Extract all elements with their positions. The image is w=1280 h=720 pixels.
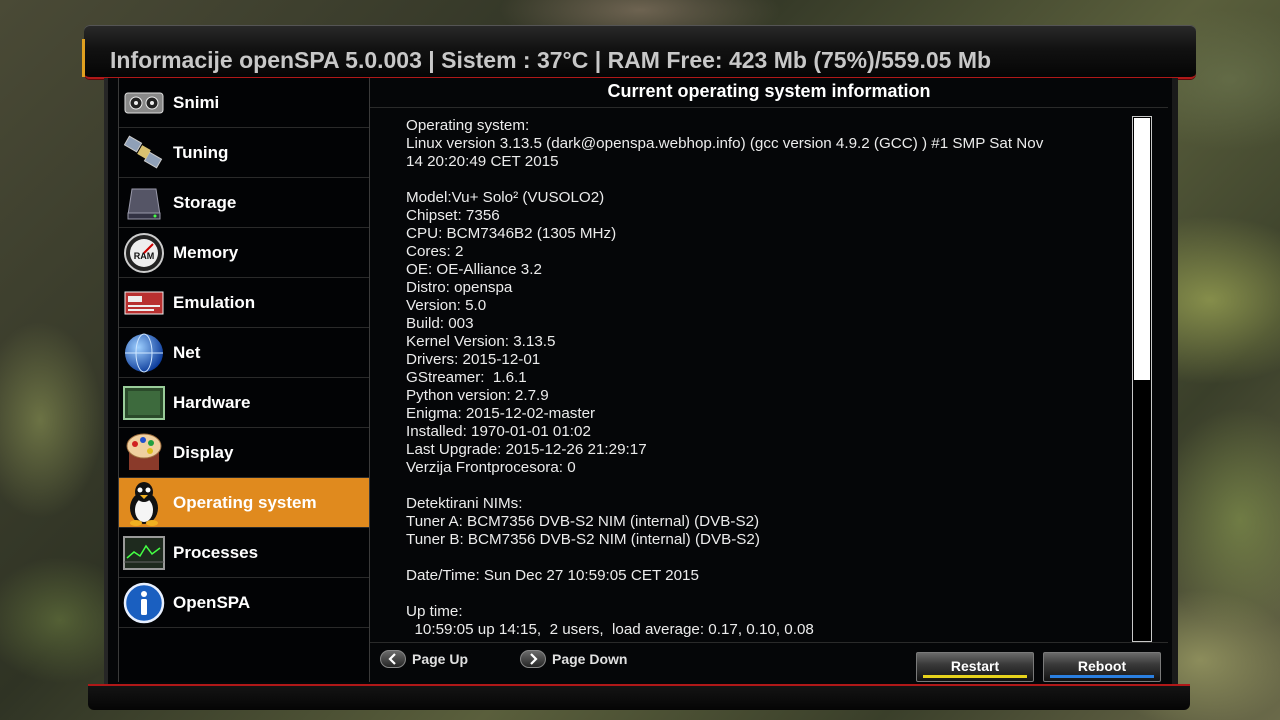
- info-line: [406, 477, 1126, 495]
- info-line: Up time:: [406, 603, 463, 620]
- info-line: 14 20:20:49 CET 2015: [406, 153, 559, 170]
- sidebar-item-processes[interactable]: Processes: [119, 528, 369, 578]
- chevron-right-icon: [520, 650, 546, 668]
- sidebar-item-label: Snimi: [173, 92, 220, 112]
- restart-label: Restart: [950, 658, 1000, 674]
- info-line: Chipset: 7356: [406, 207, 500, 224]
- info-line: Drivers: 2015-12-01: [406, 351, 541, 368]
- globe-icon: [122, 332, 166, 374]
- page-down-label: Page Down: [552, 651, 628, 667]
- info-icon: [122, 582, 166, 624]
- circuit-board-icon: [122, 382, 166, 424]
- info-line: Python version: 2.7.9: [406, 387, 549, 404]
- restart-button[interactable]: Restart: [916, 652, 1034, 682]
- paint-palette-icon: [122, 432, 166, 474]
- card-reader-icon: [122, 282, 166, 324]
- sidebar-item-display[interactable]: Display: [119, 428, 369, 478]
- info-line: Tuner A: BCM7356 DVB-S2 NIM (internal) (…: [406, 513, 760, 530]
- info-line: Version: 5.0: [406, 297, 487, 314]
- reboot-label: Reboot: [1077, 658, 1127, 674]
- info-line: Last Upgrade: 2015-12-26 21:29:17: [406, 441, 647, 458]
- info-line: Linux version 3.13.5 (dark@openspa.webho…: [406, 135, 1044, 152]
- sidebar-item-label: Processes: [173, 542, 259, 562]
- sidebar-item-memory[interactable]: RAM Memory: [119, 228, 369, 278]
- info-line: [406, 585, 1126, 603]
- system-info-text: Operating system: Linux version 3.13.5 (d…: [406, 117, 1126, 639]
- info-line: 10:59:05 up 14:15, 2 users, load average…: [406, 621, 814, 638]
- info-scroll-area[interactable]: Operating system: Linux version 3.13.5 (d…: [370, 114, 1168, 642]
- sidebar-item-hardware[interactable]: Hardware: [119, 378, 369, 428]
- reboot-button[interactable]: Reboot: [1043, 652, 1161, 682]
- info-line: Verzija Frontprocesora: 0: [406, 459, 576, 476]
- info-line: Installed: 1970-01-01 01:02: [406, 423, 591, 440]
- info-line: Operating system:: [406, 117, 530, 134]
- sidebar-item-openspa[interactable]: OpenSPA: [119, 578, 369, 628]
- monitor-graph-icon: [122, 532, 166, 574]
- sidebar-item-emulation[interactable]: Emulation: [119, 278, 369, 328]
- recorder-icon: [122, 82, 166, 124]
- sidebar-item-label: Operating system: [173, 492, 317, 512]
- info-line: Enigma: 2015-12-02-master: [406, 405, 596, 422]
- info-line: [406, 549, 1126, 567]
- info-line: Cores: 2: [406, 243, 464, 260]
- title-bar: Informacije openSPA 5.0.003 | Sistem : 3…: [82, 25, 1196, 79]
- sidebar-item-label: OpenSPA: [173, 592, 251, 612]
- scrollbar[interactable]: [1132, 116, 1152, 642]
- sidebar-menu: Snimi Tuning Storage RAM Memory Emulation Net H…: [118, 78, 370, 682]
- sidebar-item-storage[interactable]: Storage: [119, 178, 369, 228]
- sidebar-item-label: Storage: [173, 192, 237, 212]
- info-line: Model:Vu+ Solo² (VUSOLO2): [406, 189, 605, 206]
- ram-gauge-icon: RAM: [122, 232, 166, 274]
- info-line: Build: 003: [406, 315, 474, 332]
- info-line: Tuner B: BCM7356 DVB-S2 NIM (internal) (…: [406, 531, 760, 548]
- sidebar-item-snimi[interactable]: Snimi: [119, 78, 369, 128]
- sidebar-item-label: Emulation: [173, 292, 256, 312]
- page-up-hint[interactable]: Page Up: [380, 650, 468, 668]
- info-line: Kernel Version: 3.13.5: [406, 333, 556, 350]
- page-down-hint[interactable]: Page Down: [520, 650, 627, 668]
- sidebar-item-label: Tuning: [173, 142, 229, 162]
- info-line: Distro: openspa: [406, 279, 513, 296]
- info-line: Date/Time: Sun Dec 27 10:59:05 CET 2015: [406, 567, 699, 584]
- hard-drive-icon: [122, 182, 166, 224]
- sidebar-item-label: Display: [173, 442, 234, 462]
- sidebar-item-operating-system[interactable]: Operating system: [119, 478, 369, 528]
- main-panel: Snimi Tuning Storage RAM Memory Emulation Net H…: [104, 78, 1178, 684]
- window-title: Informacije openSPA 5.0.003 | Sistem : 3…: [110, 47, 992, 73]
- sidebar-item-label: Memory: [173, 242, 239, 262]
- blue-key-stripe: [1050, 675, 1154, 678]
- sidebar-item-label: Net: [173, 342, 201, 362]
- info-line: [406, 171, 1126, 189]
- yellow-key-stripe: [923, 675, 1027, 678]
- chevron-left-icon: [380, 650, 406, 668]
- sidebar-item-tuning[interactable]: Tuning: [119, 128, 369, 178]
- footer-divider: [370, 642, 1168, 643]
- bottom-bar: [88, 684, 1190, 710]
- satellite-icon: [122, 132, 166, 174]
- info-line: OE: OE-Alliance 3.2: [406, 261, 542, 278]
- scrollbar-thumb[interactable]: [1134, 118, 1150, 380]
- sidebar-item-label: Hardware: [173, 392, 251, 412]
- info-line: CPU: BCM7346B2 (1305 MHz): [406, 225, 617, 242]
- content-title: Current operating system information: [370, 78, 1168, 108]
- info-line: Detektirani NIMs:: [406, 495, 523, 512]
- page-up-label: Page Up: [412, 651, 469, 667]
- info-line: GStreamer: 1.6.1: [406, 369, 527, 386]
- sidebar-item-net[interactable]: Net: [119, 328, 369, 378]
- penguin-icon: [122, 481, 166, 526]
